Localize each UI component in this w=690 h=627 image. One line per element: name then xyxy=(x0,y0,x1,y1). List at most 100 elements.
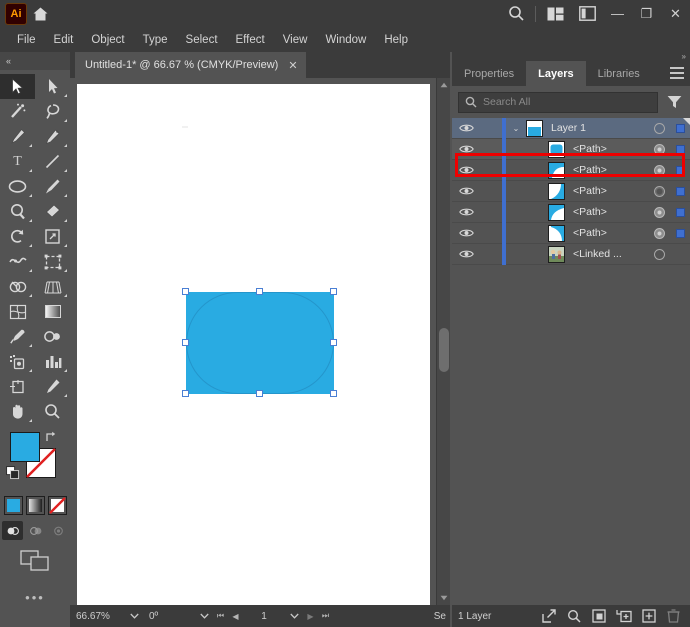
menu-select[interactable]: Select xyxy=(177,30,227,50)
hand-tool[interactable] xyxy=(0,399,35,424)
default-fill-stroke-icon[interactable] xyxy=(6,466,20,485)
workspace-switcher-icon[interactable] xyxy=(571,0,603,27)
ellipse-tool[interactable] xyxy=(0,174,35,199)
layer-row-path-3[interactable]: <Path> xyxy=(452,180,690,202)
layer-name[interactable]: <Path> xyxy=(565,227,648,239)
close-icon[interactable]: ✕ xyxy=(288,59,297,72)
target-indicator[interactable] xyxy=(648,248,670,260)
draw-inside-icon[interactable] xyxy=(48,521,69,540)
home-icon[interactable] xyxy=(27,0,53,27)
draw-normal-icon[interactable] xyxy=(1,521,23,540)
selection-handle-bc[interactable] xyxy=(256,390,263,397)
none-mode-button[interactable] xyxy=(47,496,67,515)
edit-toolbar-icon[interactable]: ••• xyxy=(0,590,70,605)
magic-wand-tool[interactable] xyxy=(0,99,35,124)
target-indicator[interactable] xyxy=(648,206,670,218)
artboard-number-value[interactable]: 1 xyxy=(243,611,285,622)
filter-icon[interactable] xyxy=(664,92,684,113)
paintbrush-tool[interactable] xyxy=(35,174,70,199)
scroll-down-arrow-icon[interactable] xyxy=(437,591,451,605)
target-indicator[interactable] xyxy=(648,185,670,197)
layer-row-path-4[interactable]: <Path> xyxy=(452,201,690,223)
zoom-dropdown-icon[interactable] xyxy=(125,613,143,619)
selection-tool[interactable] xyxy=(0,74,35,99)
locate-object-icon[interactable] xyxy=(537,605,560,627)
zoom-tool[interactable] xyxy=(35,399,70,424)
blend-tool[interactable] xyxy=(35,324,70,349)
search-icon[interactable] xyxy=(500,0,532,27)
layer-name[interactable]: <Path> xyxy=(565,206,648,218)
canvas-area[interactable] xyxy=(70,78,450,607)
shape-builder-tool[interactable] xyxy=(0,274,35,299)
draw-behind-icon[interactable] xyxy=(25,521,46,540)
delete-selection-icon[interactable] xyxy=(662,605,685,627)
layer-row-layer-1[interactable]: ⌄ Layer 1 xyxy=(452,117,690,139)
selection-indicator[interactable] xyxy=(670,228,690,238)
selection-indicator[interactable] xyxy=(670,165,690,175)
make-clipping-mask-icon[interactable] xyxy=(587,605,610,627)
tab-properties[interactable]: Properties xyxy=(452,61,527,86)
selection-handle-mr[interactable] xyxy=(330,339,337,346)
menu-window[interactable]: Window xyxy=(316,30,375,50)
menu-object[interactable]: Object xyxy=(82,30,133,50)
menu-edit[interactable]: Edit xyxy=(45,30,83,50)
tab-libraries[interactable]: Libraries xyxy=(585,61,652,86)
line-segment-tool[interactable] xyxy=(35,149,70,174)
eraser-tool[interactable] xyxy=(35,199,70,224)
pen-tool[interactable] xyxy=(0,124,35,149)
visibility-toggle-icon[interactable] xyxy=(452,186,480,196)
layer-row-path-1[interactable]: <Path> xyxy=(452,138,690,160)
artboard-dropdown-icon[interactable] xyxy=(285,613,303,619)
artboard[interactable] xyxy=(77,84,430,607)
arrange-documents-icon[interactable] xyxy=(539,0,571,27)
scroll-up-arrow-icon[interactable] xyxy=(437,78,450,92)
selected-rectangle[interactable] xyxy=(186,292,334,394)
menu-file[interactable]: File xyxy=(8,30,45,50)
zoom-level-value[interactable]: 66.67% xyxy=(70,611,125,622)
artboard-tool[interactable] xyxy=(0,374,35,399)
selection-handle-ml[interactable] xyxy=(182,339,189,346)
mesh-tool[interactable] xyxy=(0,299,35,324)
scale-tool[interactable] xyxy=(35,224,70,249)
gradient-tool[interactable] xyxy=(35,299,70,324)
lasso-tool[interactable] xyxy=(35,99,70,124)
menu-effect[interactable]: Effect xyxy=(227,30,274,50)
fill-swatch[interactable] xyxy=(10,432,40,462)
target-indicator[interactable] xyxy=(648,227,670,239)
next-artboard-button[interactable]: ▶ xyxy=(303,612,318,621)
menu-type[interactable]: Type xyxy=(134,30,177,50)
target-indicator[interactable] xyxy=(648,164,670,176)
visibility-toggle-icon[interactable] xyxy=(452,123,480,133)
layer-name[interactable]: <Path> xyxy=(565,185,648,197)
prev-artboard-button[interactable]: ◀ xyxy=(228,612,243,621)
document-tab[interactable]: Untitled-1* @ 66.67 % (CMYK/Preview) ✕ xyxy=(75,52,306,78)
first-artboard-button[interactable]: ⏮ xyxy=(213,611,228,621)
visibility-toggle-icon[interactable] xyxy=(452,144,480,154)
perspective-grid-tool[interactable] xyxy=(35,274,70,299)
close-button[interactable]: ✕ xyxy=(661,0,690,27)
free-transform-tool[interactable] xyxy=(35,249,70,274)
menu-help[interactable]: Help xyxy=(375,30,417,50)
rotate-tool[interactable] xyxy=(0,224,35,249)
layer-name[interactable]: <Path> xyxy=(565,164,648,176)
target-indicator[interactable] xyxy=(648,143,670,155)
layer-row-path-5[interactable]: <Path> xyxy=(452,222,690,244)
selection-indicator[interactable] xyxy=(670,186,690,196)
type-tool[interactable]: T xyxy=(0,149,35,174)
search-layer-icon[interactable] xyxy=(562,605,585,627)
swap-fill-stroke-icon[interactable] xyxy=(44,430,58,449)
rotation-dropdown-icon[interactable] xyxy=(195,613,213,619)
gradient-mode-button[interactable] xyxy=(25,496,45,515)
visibility-toggle-icon[interactable] xyxy=(452,228,480,238)
width-tool[interactable] xyxy=(0,249,35,274)
canvas-vertical-scrollbar[interactable] xyxy=(436,78,450,605)
visibility-toggle-icon[interactable] xyxy=(452,207,480,217)
visibility-toggle-icon[interactable] xyxy=(452,249,480,259)
slice-tool[interactable] xyxy=(35,374,70,399)
rotation-value[interactable]: 0º xyxy=(143,611,195,622)
selection-handle-tc[interactable] xyxy=(256,288,263,295)
tools-collapse-button[interactable]: « xyxy=(0,52,70,70)
selection-indicator[interactable] xyxy=(670,207,690,217)
layer-name[interactable]: <Linked ... xyxy=(565,248,648,260)
layer-name[interactable]: Layer 1 xyxy=(543,122,648,134)
